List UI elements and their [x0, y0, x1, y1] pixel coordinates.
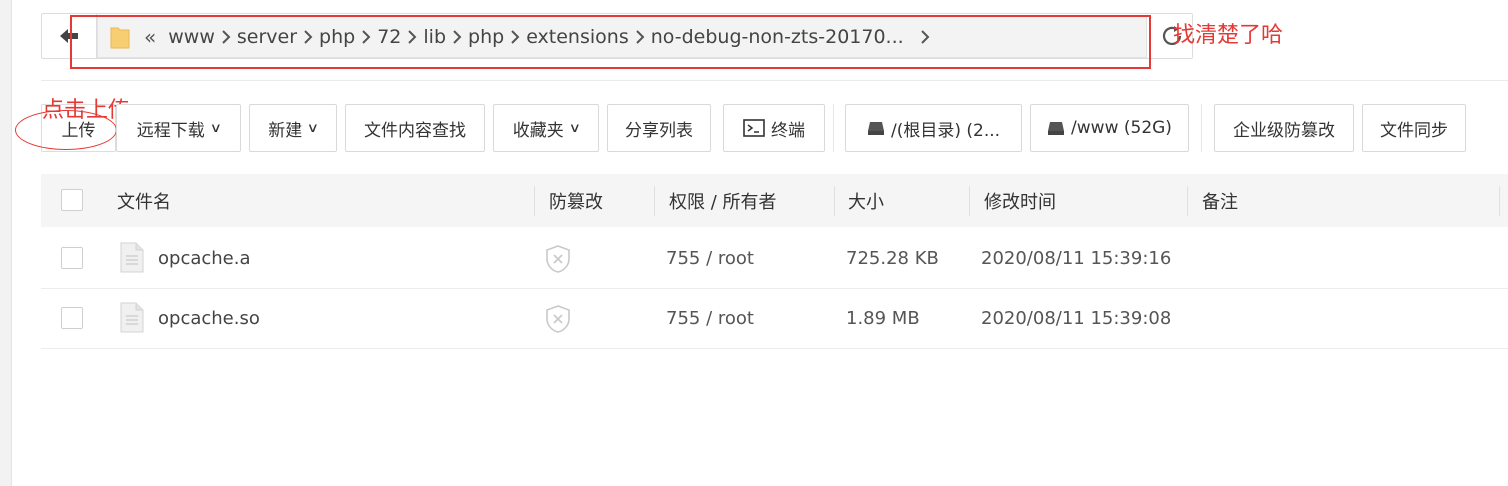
- annotation-path-box: [70, 15, 1151, 69]
- row-checkbox[interactable]: [61, 247, 83, 269]
- file-mtime: 2020/08/11 15:39:16: [981, 247, 1172, 269]
- column-divider: [1187, 186, 1188, 216]
- file-size: 725.28 KB: [846, 247, 939, 269]
- file-table-header: 文件名 防篡改 权限 / 所有者 大小 修改时间 备注: [41, 174, 1508, 227]
- column-divider: [834, 186, 835, 216]
- remote-download-label: 远程下载: [136, 120, 205, 141]
- terminal-icon: [743, 119, 765, 137]
- file-icon: [120, 302, 144, 333]
- toolbar-separator: [1201, 104, 1202, 152]
- column-header-mtime[interactable]: 修改时间: [984, 174, 1056, 227]
- row-checkbox[interactable]: [61, 307, 83, 329]
- content-search-label: 文件内容查找: [364, 120, 466, 141]
- column-divider: [969, 186, 970, 216]
- terminal-label: 终端: [771, 120, 805, 141]
- tamper-proof-label: 企业级防篡改: [1233, 120, 1335, 141]
- column-header-tamper[interactable]: 防篡改: [549, 174, 603, 227]
- file-permission[interactable]: 755 / root: [666, 288, 754, 348]
- column-header-name[interactable]: 文件名: [117, 174, 171, 227]
- terminal-button[interactable]: 终端: [723, 104, 825, 152]
- divider: [41, 80, 1508, 81]
- table-row[interactable]: opcache.so 755 / root 1.89 MB 2020/08/11…: [41, 288, 1508, 349]
- annotation-upload-ellipse: [15, 110, 117, 150]
- remote-download-button[interactable]: 远程下载 ∨: [116, 104, 241, 152]
- file-mtime: 2020/08/11 15:39:08: [981, 307, 1172, 329]
- disk-www-label: /www (52G): [1071, 118, 1172, 138]
- shield-icon[interactable]: [544, 244, 572, 274]
- table-row[interactable]: opcache.a 755 / root 725.28 KB 2020/08/1…: [41, 228, 1508, 289]
- favorites-button[interactable]: 收藏夹 ∨: [493, 104, 599, 152]
- file-name[interactable]: opcache.a: [158, 228, 251, 288]
- file-icon: [120, 242, 144, 273]
- column-header-permission[interactable]: 权限 / 所有者: [669, 174, 777, 227]
- disk-icon: [1048, 122, 1065, 135]
- new-button[interactable]: 新建 ∨: [249, 104, 337, 152]
- disk-root-button[interactable]: /(根目录) (2...: [845, 104, 1022, 152]
- column-divider: [534, 186, 535, 216]
- select-all-checkbox[interactable]: [61, 189, 83, 211]
- chevron-down-icon: ∨: [209, 120, 222, 136]
- column-header-size[interactable]: 大小: [848, 174, 884, 227]
- new-label: 新建: [268, 120, 303, 141]
- favorites-label: 收藏夹: [512, 120, 564, 141]
- column-header-note[interactable]: 备注: [1202, 174, 1238, 227]
- chevron-down-icon: ∨: [568, 120, 581, 136]
- column-divider: [654, 186, 655, 216]
- shield-icon[interactable]: [544, 304, 572, 334]
- file-sync-button[interactable]: 文件同步: [1362, 104, 1466, 152]
- column-divider: [1499, 186, 1500, 216]
- content-search-button[interactable]: 文件内容查找: [345, 104, 485, 152]
- share-list-label: 分享列表: [625, 120, 693, 141]
- disk-www-button[interactable]: /www (52G): [1030, 104, 1189, 152]
- file-permission[interactable]: 755 / root: [666, 228, 754, 288]
- annotation-path-note: 找清楚了哈: [1173, 23, 1284, 48]
- toolbar-separator: [833, 104, 834, 152]
- disk-icon: [867, 122, 884, 135]
- file-name[interactable]: opcache.so: [158, 288, 260, 348]
- tamper-proof-button[interactable]: 企业级防篡改: [1214, 104, 1354, 152]
- share-list-button[interactable]: 分享列表: [607, 104, 711, 152]
- file-size: 1.89 MB: [846, 307, 920, 329]
- chevron-down-icon: ∨: [306, 120, 320, 136]
- disk-root-label: /(根目录) (2...: [890, 120, 1001, 141]
- file-sync-label: 文件同步: [1380, 120, 1448, 141]
- left-panel-edge: [0, 0, 12, 486]
